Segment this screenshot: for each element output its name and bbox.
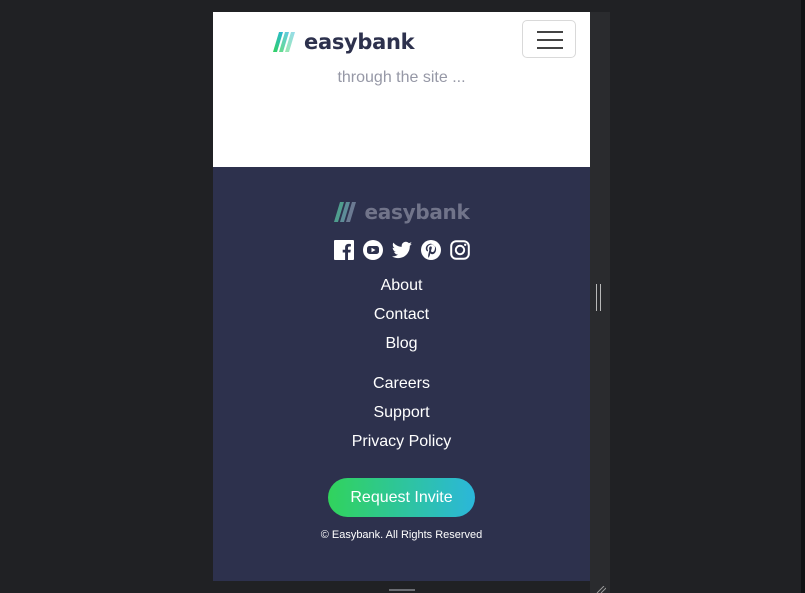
window-edge [801, 0, 805, 593]
footer-link-privacy-policy[interactable]: Privacy Policy [213, 427, 590, 456]
footer-link-careers[interactable]: Careers [213, 369, 590, 398]
logo-mark-icon [273, 32, 295, 52]
resize-handle-icon[interactable] [596, 284, 602, 311]
mobile-viewport: easybank through the site ... easybank A… [213, 12, 590, 593]
footer-logo[interactable]: easybank [213, 200, 590, 224]
hamburger-icon-bar [537, 39, 563, 41]
facebook-icon[interactable] [333, 240, 354, 260]
instagram-icon[interactable] [449, 240, 470, 260]
twitter-icon[interactable] [391, 240, 412, 260]
footer-brand-name: easybank [364, 200, 470, 224]
footer-links-primary: About Contact Blog [213, 271, 590, 358]
pinterest-icon[interactable] [420, 240, 441, 260]
youtube-icon[interactable] [362, 240, 383, 260]
request-invite-button[interactable]: Request Invite [328, 478, 475, 517]
footer-links-secondary: Careers Support Privacy Policy [213, 369, 590, 456]
article-teaser: through the site ... [337, 69, 466, 86]
scroll-indicator [389, 589, 415, 591]
corner-resize-icon[interactable] [596, 586, 606, 593]
hamburger-icon-bar [537, 31, 563, 33]
copyright: © Easybank. All Rights Reserved [320, 529, 483, 541]
menu-toggle-button[interactable] [522, 20, 576, 58]
footer-link-blog[interactable]: Blog [213, 329, 590, 358]
brand-name: easybank [304, 30, 415, 54]
logo[interactable]: easybank [273, 30, 415, 54]
footer-link-about[interactable]: About [213, 271, 590, 300]
viewport-bottom-area [213, 581, 590, 593]
header: easybank through the site ... [213, 12, 590, 167]
hamburger-icon-bar [537, 47, 563, 49]
footer: easybank About Contact Blog Careers Supp… [213, 167, 590, 581]
social-links [213, 240, 590, 260]
logo-mark-icon [333, 202, 356, 222]
footer-link-support[interactable]: Support [213, 398, 590, 427]
footer-link-contact[interactable]: Contact [213, 300, 590, 329]
